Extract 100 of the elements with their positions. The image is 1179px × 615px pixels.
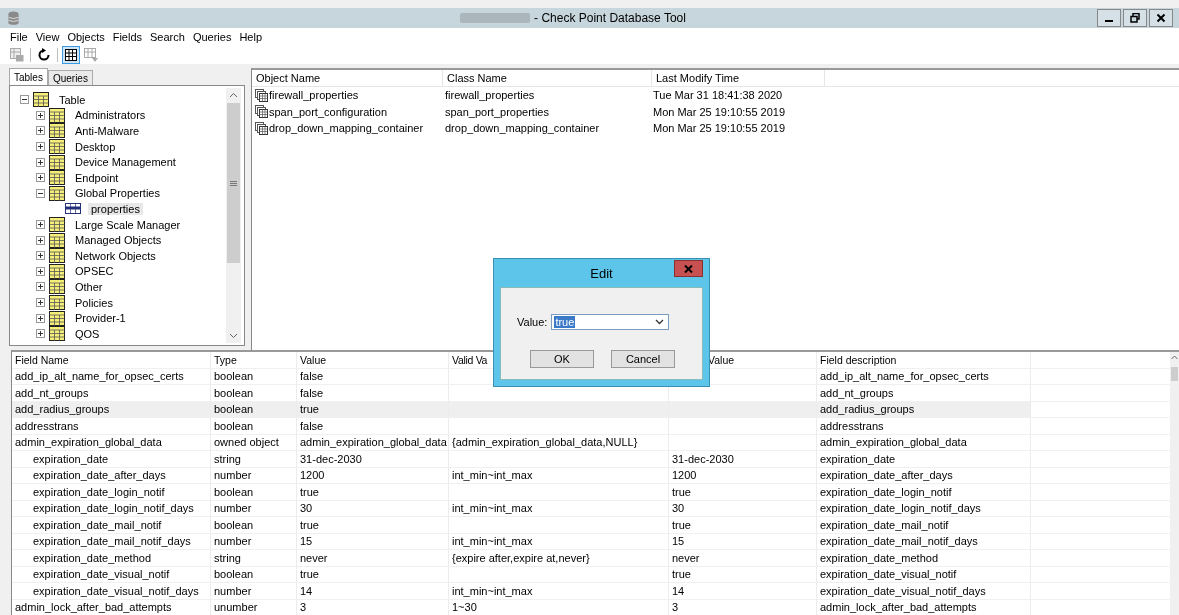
tree-item[interactable]: Managed Objects <box>72 234 165 247</box>
expand-icon[interactable] <box>36 142 45 152</box>
table-cell-text: expiration_date_login_notif <box>32 485 165 498</box>
tab[interactable]: Queries <box>47 70 93 85</box>
database-icon <box>8 11 19 25</box>
tree-item[interactable]: Network Objects <box>72 249 159 262</box>
table-cell: true <box>300 403 319 416</box>
scrollbar[interactable] <box>226 88 241 343</box>
tree-item[interactable]: properties <box>88 202 143 215</box>
table-row[interactable]: addresstrans boolean false addresstrans <box>12 418 1170 435</box>
expand-icon[interactable] <box>36 329 45 339</box>
tree-item[interactable]: Global Properties <box>72 187 163 200</box>
table-row[interactable]: expiration_date_after_days number 1200 int_min~int_max 1200 expiration_date_after_days <box>12 467 1170 484</box>
menu-item[interactable]: View <box>31 30 64 46</box>
object-name[interactable]: span_port_configuration <box>269 105 388 118</box>
collapse-icon[interactable] <box>36 188 45 198</box>
tree-item[interactable]: Other <box>72 280 106 293</box>
table-cell: number <box>214 469 252 482</box>
menu-item[interactable]: File <box>6 30 32 46</box>
table-icon <box>49 217 65 233</box>
scrollbar-thumb[interactable] <box>227 103 240 263</box>
tree-item[interactable]: Administrators <box>72 109 149 122</box>
table-cell: 31-dec-2030 <box>672 452 734 465</box>
table-icon <box>49 310 65 326</box>
table-stack-icon <box>255 105 268 119</box>
table-cell: {admin_expiration_global_data,NULL} <box>452 436 638 449</box>
expand-icon[interactable] <box>36 173 45 183</box>
column-header[interactable]: Last Modify Time <box>652 70 825 86</box>
expand-icon[interactable] <box>36 235 45 245</box>
collapse-icon[interactable] <box>20 95 29 105</box>
tree-item[interactable]: Endpoint <box>72 171 122 184</box>
close-icon[interactable] <box>1156 13 1166 23</box>
tree-item[interactable]: Desktop <box>72 140 119 153</box>
expand-icon[interactable] <box>36 110 45 120</box>
table-row[interactable]: expiration_date_visual_notif boolean true true expiration_date_visual_notif <box>12 566 1170 583</box>
table-cell: boolean <box>214 370 254 383</box>
tree-item[interactable]: Provider-1 <box>72 312 129 325</box>
column-header[interactable]: Field description <box>817 352 1031 368</box>
menu-item[interactable]: Help <box>235 30 267 46</box>
tab[interactable]: Tables <box>9 68 48 85</box>
object-name[interactable]: firewall_properties <box>269 89 359 102</box>
blurred-text <box>460 13 531 23</box>
table-row[interactable]: expiration_date_mail_notif boolean true true expiration_date_mail_notif <box>12 517 1170 534</box>
tree-item[interactable]: Anti-Malware <box>72 125 143 137</box>
maximize-button[interactable] <box>1123 9 1147 27</box>
tree-item[interactable]: QOS <box>72 327 103 340</box>
table-row[interactable]: add_radius_groups boolean true add_radius_groups <box>12 401 1170 418</box>
table-icon <box>49 154 65 170</box>
menu-item[interactable]: Search <box>146 30 189 46</box>
restore-icon[interactable] <box>1130 13 1140 23</box>
expand-icon[interactable] <box>36 313 45 323</box>
dialog-button[interactable]: OK <box>530 350 594 368</box>
table-row[interactable]: expiration_date_mail_notif_days number 15 int_min~int_max 15 expiration_date_mail_notif_days <box>12 533 1170 550</box>
dialog-title: Edit <box>590 265 613 281</box>
tree-item[interactable]: Device Management <box>72 156 179 169</box>
table-icon <box>49 170 65 186</box>
tree-item[interactable]: Large Scale Manager <box>72 218 184 231</box>
menu-item[interactable]: Objects <box>63 30 109 46</box>
table-row[interactable]: expiration_date string 31-dec-2030 31-dec-2030 expiration_date <box>12 451 1170 468</box>
table-cell: admin_lock_after_bad_attempts <box>820 601 977 614</box>
chevron-down-icon[interactable] <box>655 319 665 325</box>
dialog-button[interactable]: Cancel <box>611 350 675 368</box>
table-row[interactable]: expiration_date_login_notif_days number 30 int_min~int_max 30 expiration_date_login_notif_days <box>12 500 1170 517</box>
value-dropdown[interactable]: true <box>551 314 670 330</box>
scrollbar[interactable] <box>1170 352 1179 615</box>
expand-icon[interactable] <box>36 266 45 276</box>
table-icon <box>49 295 65 310</box>
table-row[interactable]: expiration_date_login_notif boolean true true expiration_date_login_notif <box>12 484 1170 501</box>
table-icon <box>49 107 65 123</box>
tree-item[interactable]: OPSEC <box>72 265 117 278</box>
column-header[interactable]: Object Name <box>252 70 443 86</box>
expand-icon[interactable] <box>36 298 45 307</box>
table-cell: number <box>214 502 252 515</box>
object-name[interactable]: drop_down_mapping_container <box>269 122 424 135</box>
menu-item[interactable]: Fields <box>108 30 147 46</box>
column-header[interactable]: Value <box>297 352 449 368</box>
expand-icon[interactable] <box>36 282 45 292</box>
close-button[interactable] <box>1149 9 1173 27</box>
table-cell: boolean <box>214 518 254 531</box>
menu-item[interactable]: Queries <box>188 30 236 46</box>
toolbar-button[interactable] <box>62 46 80 64</box>
column-header[interactable]: Type <box>211 352 297 368</box>
expand-icon[interactable] <box>36 220 45 230</box>
table-cell: add_radius_groups <box>15 403 110 416</box>
table-row[interactable]: expiration_date_method string never {expire after,expire at,never} never expiration_date_method <box>12 550 1170 567</box>
minimize-button[interactable] <box>1097 9 1121 27</box>
column-header[interactable]: Class Name <box>443 70 652 86</box>
table-cell: never <box>672 551 700 564</box>
table-row[interactable]: expiration_date_visual_notif_days number 14 int_min~int_max 14 expiration_date_visual_notif_days <box>12 583 1170 600</box>
tree-item[interactable]: Table <box>56 93 89 106</box>
expand-icon[interactable] <box>36 251 45 261</box>
expand-icon[interactable] <box>36 157 45 167</box>
table-cell: string <box>214 551 241 564</box>
table-row[interactable]: admin_expiration_global_data owned object admin_expiration_global_data {admin_expiration_global_data,NULL} admin_expiration_global_data <box>12 434 1170 451</box>
table-icon <box>49 279 65 295</box>
scrollbar-thumb[interactable] <box>1171 367 1178 381</box>
expand-icon[interactable] <box>36 126 45 136</box>
table-stack-icon <box>255 88 268 102</box>
column-header[interactable]: Field Name <box>12 352 211 368</box>
tree-item[interactable]: Policies <box>72 296 116 309</box>
